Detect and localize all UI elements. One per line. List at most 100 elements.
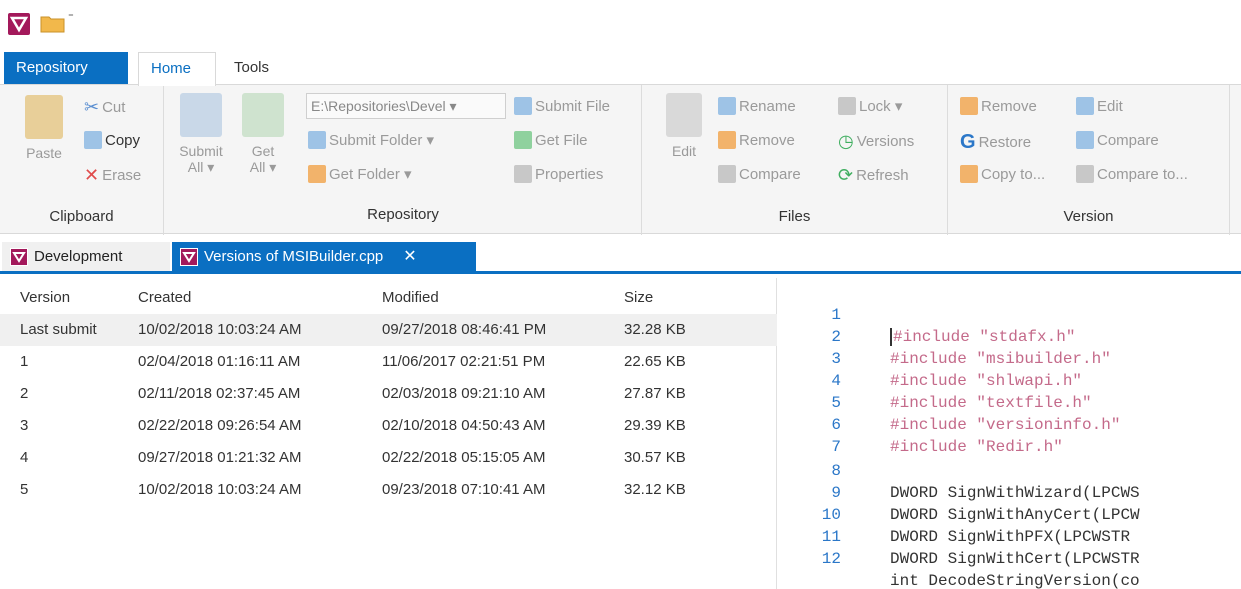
- quick-access-menu-icon[interactable]: ⁼: [68, 10, 74, 23]
- repository-logo-icon: [180, 247, 198, 266]
- refresh-button[interactable]: ⟳ Refresh: [838, 165, 909, 186]
- size-cell: 22.65 KB: [624, 353, 686, 370]
- edit-file-button[interactable]: Edit: [660, 93, 708, 159]
- files-group-label: Files: [778, 208, 811, 225]
- properties-icon: [514, 165, 532, 183]
- erase-button[interactable]: ✕ Erase: [84, 165, 141, 186]
- edit-version-button[interactable]: Edit: [1076, 97, 1123, 115]
- cut-label: Cut: [102, 99, 126, 116]
- compare-file-icon: [718, 165, 736, 183]
- remove-file-label: Remove: [739, 131, 795, 149]
- table-row[interactable]: 5 10/02/2018 10:03:24 AM 09/23/2018 07:1…: [0, 474, 777, 506]
- compare-to-label: Compare to...: [1097, 165, 1188, 183]
- remove-file-button[interactable]: Remove: [718, 131, 795, 149]
- document-tab-strip: Development Versions of MSIBuilder.cpp ✕: [0, 242, 1241, 274]
- copy-icon: [84, 131, 102, 149]
- created-cell: 09/27/2018 01:21:32 AM: [138, 449, 302, 466]
- versions-button[interactable]: ◷ Versions: [838, 131, 914, 152]
- get-folder-button[interactable]: Get Folder ▾: [308, 165, 412, 183]
- modified-cell: 02/22/2018 05:15:05 AM: [382, 449, 546, 466]
- get-file-icon: [514, 131, 532, 149]
- submit-file-icon: [514, 97, 532, 115]
- rename-button[interactable]: Rename: [718, 97, 796, 115]
- code-line: 12 int DecodeStringVersion(co: [778, 526, 1241, 589]
- restore-button[interactable]: G Restore: [960, 131, 1031, 154]
- modified-cell: 09/27/2018 08:46:41 PM: [382, 321, 547, 338]
- code-line: 2 #include "msibuilder.h": [778, 304, 1241, 368]
- line-number: 12: [821, 550, 841, 568]
- created-cell: 02/11/2018 02:37:45 AM: [138, 385, 301, 402]
- table-row[interactable]: 2 02/11/2018 02:37:45 AM 02/03/2018 09:2…: [0, 378, 777, 410]
- refresh-icon: ⟳: [838, 165, 854, 185]
- paste-label: Paste: [26, 145, 62, 161]
- rename-label: Rename: [739, 97, 796, 115]
- tab-versions[interactable]: Versions of MSIBuilder.cpp ✕: [172, 242, 476, 271]
- close-tab-icon[interactable]: ✕: [403, 242, 416, 271]
- open-folder-icon[interactable]: [40, 14, 66, 34]
- repository-path-combo[interactable]: E:\Repositories\Devel ▾: [306, 93, 506, 119]
- table-header: Version Created Modified Size: [0, 282, 777, 314]
- column-header-size[interactable]: Size: [624, 282, 653, 314]
- lock-button[interactable]: Lock ▾: [838, 97, 902, 115]
- submit-all-icon: [180, 93, 222, 137]
- table-row[interactable]: 3 02/22/2018 09:26:54 AM 02/10/2018 04:5…: [0, 410, 777, 442]
- copy-label: Copy: [105, 131, 141, 149]
- remove-version-button[interactable]: Remove: [960, 97, 1037, 115]
- size-cell: 32.12 KB: [624, 481, 686, 498]
- compare-to-button[interactable]: Compare to...: [1076, 165, 1188, 183]
- version-cell: 2: [20, 385, 29, 402]
- compare-version-button[interactable]: Compare: [1076, 131, 1159, 149]
- lock-icon: [838, 97, 856, 115]
- code-line: 3 #include "shlwapi.h": [778, 326, 1241, 390]
- compare-file-button[interactable]: Compare: [718, 165, 801, 183]
- column-header-created[interactable]: Created: [138, 282, 191, 314]
- files-group: Edit Rename Remove Compare Lock ▾ ◷ Vers…: [642, 85, 948, 235]
- code-line: 9 DWORD SignWithAnyCert(LPCW: [778, 460, 1241, 524]
- submit-folder-button[interactable]: Submit Folder ▾: [308, 131, 434, 149]
- column-header-modified[interactable]: Modified: [382, 282, 439, 314]
- get-folder-icon: [308, 165, 326, 183]
- get-folder-label: Get Folder ▾: [329, 166, 412, 183]
- tab-development[interactable]: Development: [2, 242, 170, 271]
- tab-repository[interactable]: Repository: [4, 52, 128, 84]
- table-row[interactable]: 4 09/27/2018 01:21:32 AM 02/22/2018 05:1…: [0, 442, 777, 474]
- table-row[interactable]: Last submit 10/02/2018 10:03:24 AM 09/27…: [0, 314, 777, 346]
- remove-version-icon: [960, 97, 978, 115]
- copy-to-button[interactable]: Copy to...: [960, 165, 1045, 183]
- tab-versions-label: Versions of MSIBuilder.cpp: [204, 248, 384, 265]
- tab-home[interactable]: Home: [138, 52, 216, 86]
- ribbon-tab-strip: Repository Home Tools: [0, 52, 1241, 86]
- title-bar: ⁼: [0, 0, 1241, 46]
- scissors-icon: ✂: [84, 97, 100, 117]
- submit-all-label: Submit: [179, 143, 223, 159]
- paste-button[interactable]: Paste: [16, 95, 72, 161]
- properties-button[interactable]: Properties: [514, 165, 603, 183]
- tab-development-label: Development: [34, 248, 123, 265]
- lock-label: Lock ▾: [859, 98, 903, 115]
- app-logo-icon: [8, 13, 30, 35]
- version-cell: 5: [20, 481, 29, 498]
- copy-to-label: Copy to...: [981, 165, 1046, 183]
- code-line: 11 DWORD SignWithCert(LPCWSTR: [778, 504, 1241, 568]
- code-viewer[interactable]: 1 #include "stdafx.h" 2 #include "msibui…: [778, 278, 1241, 589]
- restore-g-icon: G: [960, 131, 976, 153]
- submit-folder-icon: [308, 131, 326, 149]
- submit-file-button[interactable]: Submit File: [514, 97, 610, 115]
- column-header-version[interactable]: Version: [20, 282, 70, 314]
- erase-x-icon: ✕: [84, 165, 100, 185]
- code-line: 7: [778, 414, 1241, 456]
- code-text: DWORD SignWithCert(LPCWSTR: [890, 550, 1140, 568]
- get-file-button[interactable]: Get File: [514, 131, 588, 149]
- tab-tools[interactable]: Tools: [222, 52, 286, 84]
- table-row[interactable]: 1 02/04/2018 01:16:11 AM 11/06/2017 02:2…: [0, 346, 777, 378]
- copy-button[interactable]: Copy: [84, 131, 140, 149]
- get-all-button[interactable]: Get All ▾: [236, 93, 290, 175]
- ribbon: Paste ✂ Cut Copy ✕ Erase Clipboard Submi…: [0, 84, 1241, 235]
- size-cell: 27.87 KB: [624, 385, 686, 402]
- created-cell: 10/02/2018 10:03:24 AM: [138, 481, 302, 498]
- properties-label: Properties: [535, 165, 604, 183]
- submit-all-button[interactable]: Submit All ▾: [174, 93, 228, 175]
- submit-folder-label: Submit Folder ▾: [329, 132, 435, 149]
- cut-button[interactable]: ✂ Cut: [84, 97, 125, 118]
- code-line: 1 #include "stdafx.h": [778, 282, 1241, 346]
